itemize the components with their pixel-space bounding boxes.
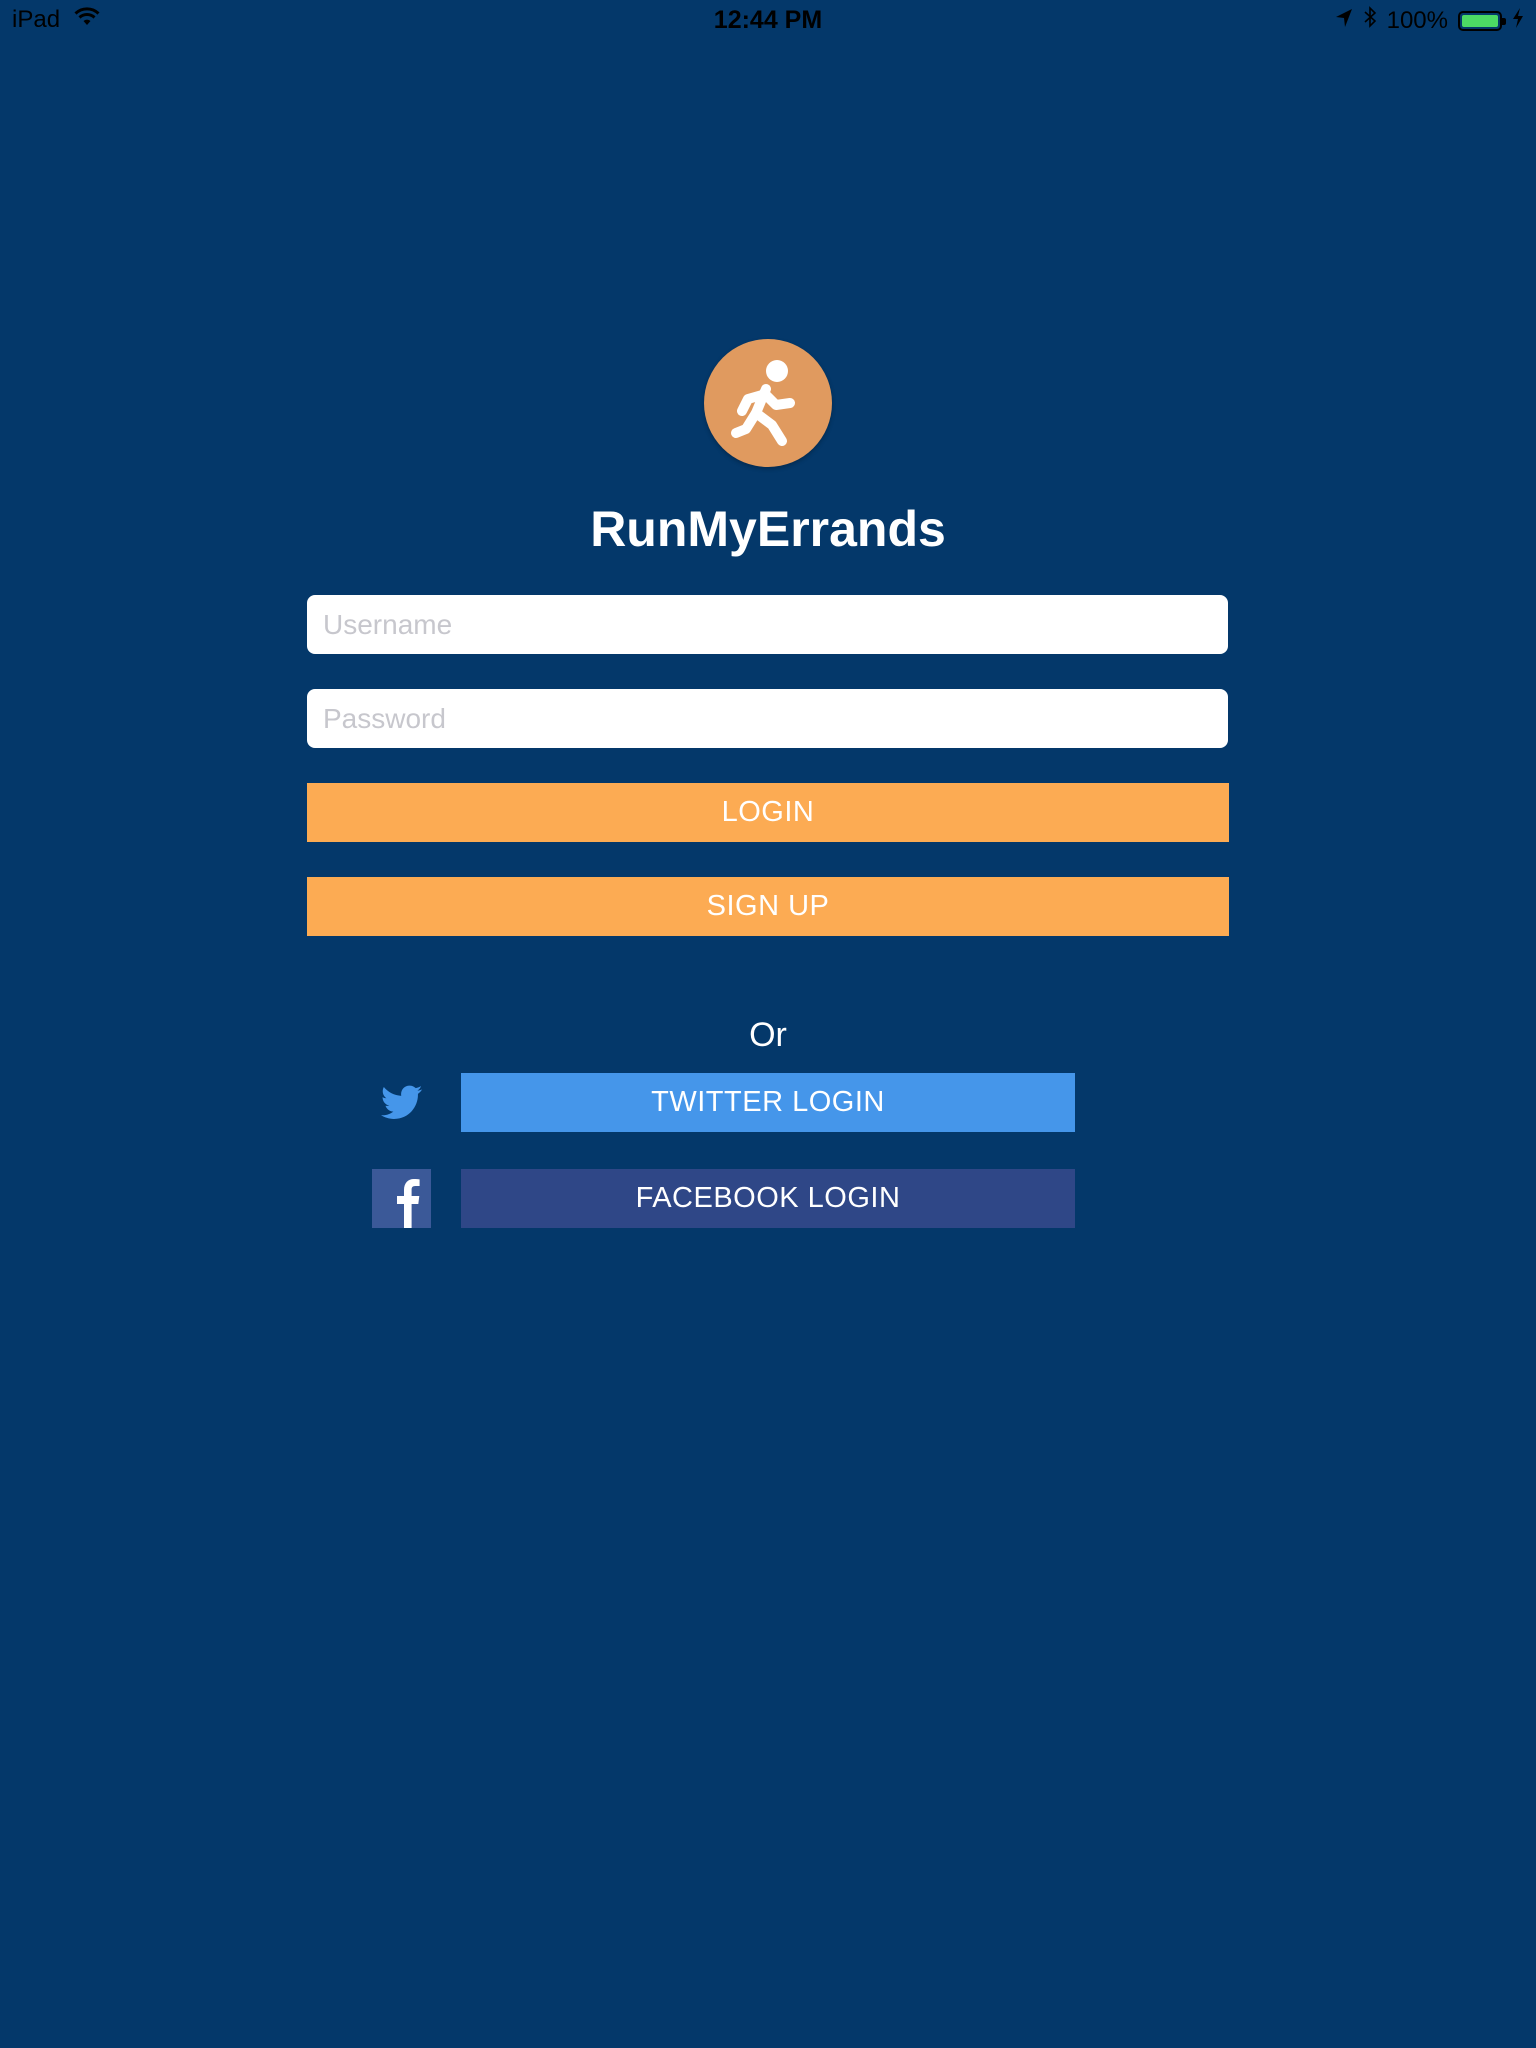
location-arrow-icon — [1335, 7, 1353, 35]
username-field[interactable] — [307, 595, 1228, 654]
signup-button-label: SIGN UP — [706, 890, 830, 922]
password-field[interactable] — [307, 689, 1228, 748]
twitter-login-label: TWITTER LOGIN — [651, 1086, 885, 1118]
bluetooth-icon — [1363, 6, 1377, 35]
battery-percent: 100% — [1386, 6, 1448, 34]
app-title: RunMyErrands — [590, 501, 946, 557]
status-time: 12:44 PM — [713, 6, 823, 34]
battery-icon — [1458, 10, 1506, 31]
facebook-f-icon[interactable] — [372, 1169, 431, 1228]
status-bar-right: 100% — [1335, 6, 1524, 35]
or-divider-label: Or — [749, 1016, 787, 1054]
twitter-login-button[interactable]: TWITTER LOGIN — [461, 1073, 1075, 1132]
running-person-icon — [731, 360, 795, 446]
login-button[interactable]: LOGIN — [307, 783, 1229, 842]
twitter-bird-icon[interactable] — [380, 1081, 424, 1125]
status-bar: iPad 12:44 PM 100% — [0, 0, 1536, 40]
login-button-label: LOGIN — [721, 796, 815, 828]
app-logo — [704, 339, 832, 467]
signup-button[interactable]: SIGN UP — [307, 877, 1229, 936]
charging-bolt-icon — [1512, 7, 1524, 35]
facebook-login-label: FACEBOOK LOGIN — [635, 1182, 901, 1214]
username-input[interactable] — [321, 607, 1214, 642]
facebook-login-button[interactable]: FACEBOOK LOGIN — [461, 1169, 1075, 1228]
password-input[interactable] — [321, 701, 1214, 736]
